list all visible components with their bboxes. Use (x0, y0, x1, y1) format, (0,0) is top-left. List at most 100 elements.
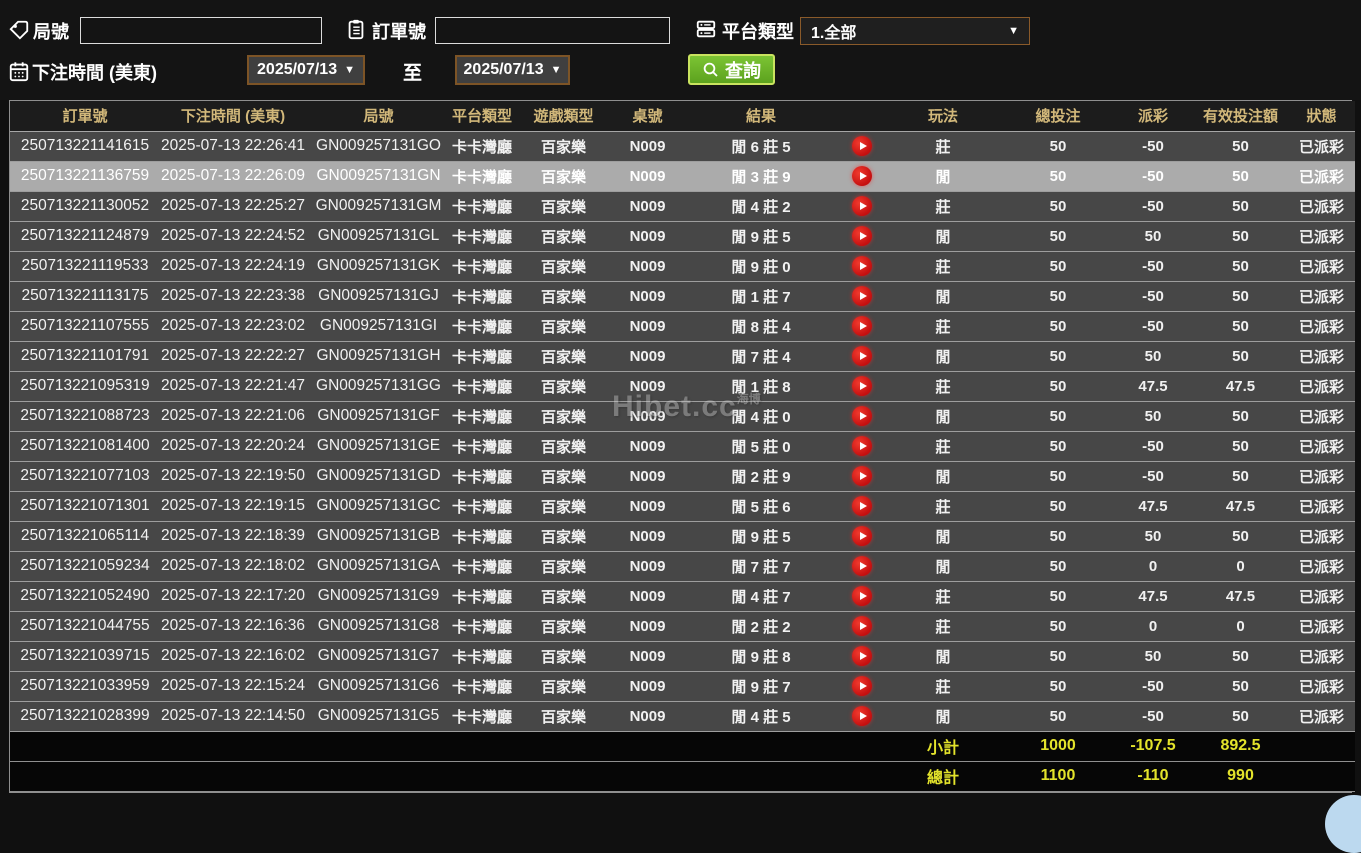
table-row[interactable]: 250713221033959 2025-07-13 22:15:24 GN0092… (10, 671, 1355, 702)
table-row[interactable]: 250713221052490 2025-07-13 22:17:20 GN0092… (10, 581, 1355, 612)
cell-payout: -50 (1113, 281, 1193, 312)
cell-order-no: 250713221101791 (10, 341, 160, 372)
clipboard-icon (345, 18, 367, 40)
cell-status: 已派彩 (1288, 521, 1355, 552)
cell-order-no: 250713221130052 (10, 191, 160, 222)
cell-bet-time: 2025-07-13 22:22:27 (160, 341, 306, 372)
table-row[interactable]: 250713221101791 2025-07-13 22:22:27 GN0092… (10, 341, 1355, 372)
game-no-input[interactable] (80, 17, 322, 44)
table-row[interactable]: 250713221065114 2025-07-13 22:18:39 GN0092… (10, 521, 1355, 552)
cell-play-type: 閒 (883, 641, 1003, 672)
date-to-select[interactable]: 2025/07/13 ▼ (455, 55, 570, 85)
total-empty-cell (681, 760, 841, 792)
cell-payout: 0 (1113, 551, 1193, 582)
play-video-button[interactable] (852, 436, 872, 456)
play-video-button[interactable] (852, 706, 872, 726)
table-row[interactable]: 250713221044755 2025-07-13 22:16:36 GN0092… (10, 611, 1355, 642)
valid-bet-sum: 892.5 (1193, 730, 1288, 762)
play-video-button[interactable] (852, 346, 872, 366)
play-video-button[interactable] (852, 406, 872, 426)
cell-table-no: N009 (614, 701, 681, 732)
total-empty-cell (10, 730, 160, 762)
table-row[interactable]: 250713221039715 2025-07-13 22:16:02 GN0092… (10, 641, 1355, 672)
subtotal-row: 小計 1000 -107.5 892.5 (10, 730, 1355, 762)
cell-status: 已派彩 (1288, 161, 1355, 192)
platform-type-select[interactable]: 1.全部 ▼ (800, 17, 1030, 45)
platform-type-icon (695, 18, 717, 40)
cell-total-bet: 50 (1003, 311, 1113, 342)
table-row[interactable]: 250713221130052 2025-07-13 22:25:27 GN0092… (10, 191, 1355, 222)
chevron-down-icon: ▼ (550, 64, 562, 76)
play-video-button[interactable] (852, 196, 872, 216)
table-row[interactable]: 250713221119533 2025-07-13 22:24:19 GN0092… (10, 251, 1355, 282)
column-header-game-no: 局號 (306, 101, 451, 132)
cell-valid-bet: 50 (1193, 191, 1288, 222)
cell-play (841, 221, 883, 252)
cell-table-no: N009 (614, 461, 681, 492)
play-video-button[interactable] (852, 286, 872, 306)
table-row[interactable]: 250713221028399 2025-07-13 22:14:50 GN0092… (10, 701, 1355, 732)
play-video-button[interactable] (852, 526, 872, 546)
cell-status: 已派彩 (1288, 281, 1355, 312)
table-row[interactable]: 250713221141615 2025-07-13 22:26:41 GN0092… (10, 131, 1355, 162)
play-video-button[interactable] (852, 556, 872, 576)
cell-result: 閒 4 莊 7 (681, 581, 841, 612)
cell-game-type: 百家樂 (513, 431, 614, 462)
cell-game-no: GN009257131G9 (306, 581, 451, 612)
cell-payout: 0 (1113, 611, 1193, 642)
cell-table-no: N009 (614, 581, 681, 612)
cell-result: 閒 1 莊 8 (681, 371, 841, 402)
cell-status: 已派彩 (1288, 671, 1355, 702)
cell-platform: 卡卡灣廳 (451, 611, 513, 642)
table-row[interactable]: 250713221107555 2025-07-13 22:23:02 GN0092… (10, 311, 1355, 342)
table-row[interactable]: 250713221088723 2025-07-13 22:21:06 GN0092… (10, 401, 1355, 432)
cell-play-type: 閒 (883, 401, 1003, 432)
date-from-select[interactable]: 2025/07/13 ▼ (247, 55, 365, 85)
cell-game-no: GN009257131GD (306, 461, 451, 492)
cell-result: 閒 4 莊 2 (681, 191, 841, 222)
chevron-down-icon: ▼ (1008, 25, 1019, 37)
play-video-button[interactable] (852, 136, 872, 156)
play-video-button[interactable] (852, 466, 872, 486)
table-row[interactable]: 250713221081400 2025-07-13 22:20:24 GN0092… (10, 431, 1355, 462)
cell-order-no: 250713221033959 (10, 671, 160, 702)
cell-platform: 卡卡灣廳 (451, 281, 513, 312)
cell-table-no: N009 (614, 251, 681, 282)
cell-valid-bet: 50 (1193, 701, 1288, 732)
order-no-input[interactable] (435, 17, 670, 44)
total-empty-cell (681, 730, 841, 762)
table-row[interactable]: 250713221071301 2025-07-13 22:19:15 GN0092… (10, 491, 1355, 522)
table-row[interactable]: 250713221095319 2025-07-13 22:21:47 GN0092… (10, 371, 1355, 402)
cell-valid-bet: 50 (1193, 221, 1288, 252)
cell-play-type: 閒 (883, 341, 1003, 372)
table-row[interactable]: 250713221113175 2025-07-13 22:23:38 GN0092… (10, 281, 1355, 312)
table-row[interactable]: 250713221077103 2025-07-13 22:19:50 GN0092… (10, 461, 1355, 492)
floating-corner-widget[interactable] (1325, 795, 1361, 853)
cell-game-no: GN009257131G6 (306, 671, 451, 702)
play-video-button[interactable] (852, 616, 872, 636)
play-video-button[interactable] (852, 376, 872, 396)
play-video-button[interactable] (852, 166, 872, 186)
cell-order-no: 250713221077103 (10, 461, 160, 492)
play-video-button[interactable] (852, 226, 872, 246)
cell-payout: 50 (1113, 401, 1193, 432)
cell-bet-time: 2025-07-13 22:15:24 (160, 671, 306, 702)
table-row[interactable]: 250713221124879 2025-07-13 22:24:52 GN0092… (10, 221, 1355, 252)
play-video-button[interactable] (852, 586, 872, 606)
cell-total-bet: 50 (1003, 251, 1113, 282)
payout-sum: -110 (1113, 760, 1193, 792)
table-row[interactable]: 250713221059234 2025-07-13 22:18:02 GN0092… (10, 551, 1355, 582)
cell-game-no: GN009257131GI (306, 311, 451, 342)
play-video-button[interactable] (852, 646, 872, 666)
column-header-platform: 平台類型 (451, 101, 513, 132)
play-video-button[interactable] (852, 256, 872, 276)
total-empty-cell (451, 760, 513, 792)
play-video-button[interactable] (852, 316, 872, 336)
play-video-button[interactable] (852, 676, 872, 696)
query-button[interactable]: 查詢 (688, 54, 775, 85)
table-row[interactable]: 250713221136759 2025-07-13 22:26:09 GN0092… (10, 161, 1355, 192)
cell-play (841, 491, 883, 522)
column-header-valid-bet: 有效投注額 (1193, 101, 1288, 132)
cell-total-bet: 50 (1003, 161, 1113, 192)
play-video-button[interactable] (852, 496, 872, 516)
